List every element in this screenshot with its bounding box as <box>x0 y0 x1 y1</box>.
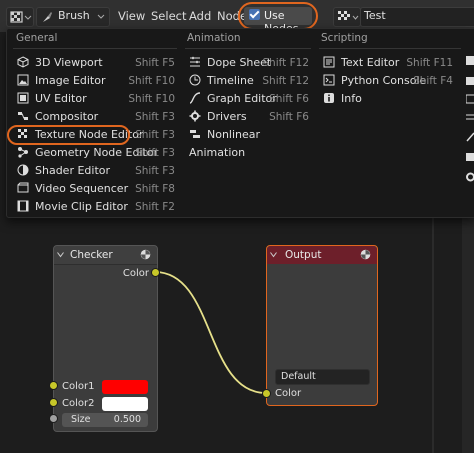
color2-input-socket[interactable] <box>49 398 58 407</box>
output-input-socket[interactable] <box>262 389 271 398</box>
color1-label: Color1 <box>62 381 95 392</box>
checker-output-label: Color <box>122 268 149 279</box>
output-node[interactable]: Output Default Color <box>266 245 378 406</box>
checker-node[interactable]: Checker Color Color1 Color2 Size 0.500 <box>53 245 158 432</box>
output-name-value: Default <box>281 371 316 382</box>
output-input-label: Color <box>275 388 302 399</box>
size-label: Size <box>71 414 91 425</box>
collapse-chevron-icon[interactable] <box>270 252 277 258</box>
output-name-field[interactable]: Default <box>275 369 370 385</box>
output-node-title: Output <box>285 249 322 261</box>
preview-toggle-icon[interactable] <box>360 249 371 260</box>
checker-node-title: Checker <box>70 249 113 261</box>
color1-input-socket[interactable] <box>49 381 58 390</box>
size-field[interactable]: Size 0.500 <box>62 413 148 427</box>
preview-toggle-icon[interactable] <box>140 249 151 260</box>
checker-node-header[interactable]: Checker <box>54 246 157 265</box>
output-node-header[interactable]: Output <box>267 246 377 264</box>
color2-label: Color2 <box>62 398 95 409</box>
checker-output-socket[interactable] <box>151 268 160 277</box>
collapse-chevron-icon[interactable] <box>57 252 64 258</box>
color1-swatch[interactable] <box>102 380 148 394</box>
size-input-socket[interactable] <box>49 414 58 423</box>
size-value: 0.500 <box>113 414 141 425</box>
color2-swatch[interactable] <box>102 397 148 411</box>
